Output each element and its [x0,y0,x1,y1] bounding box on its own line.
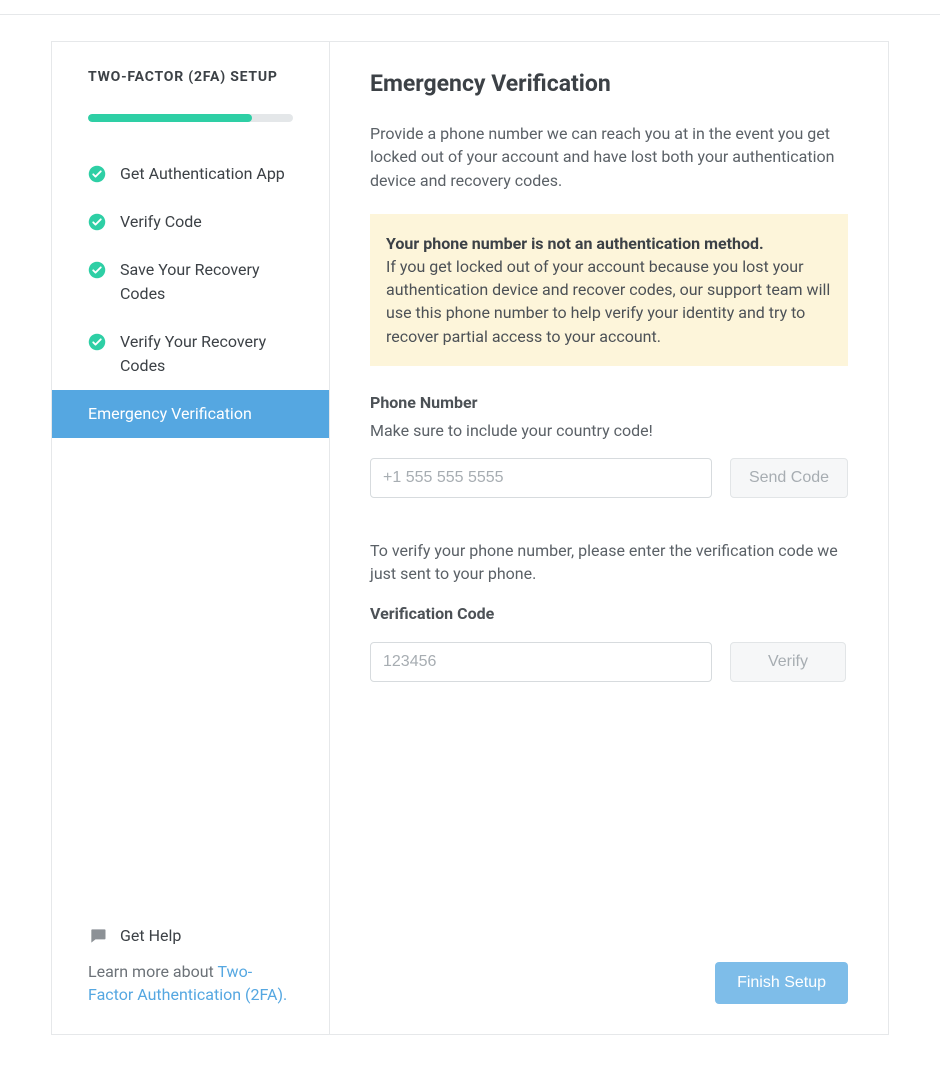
callout-body: If you get locked out of your account be… [386,257,830,346]
send-code-button[interactable]: Send Code [730,458,848,498]
step-label: Verify Code [120,210,202,234]
phone-label: Phone Number [370,392,848,414]
learn-prefix: Learn more about [88,962,217,981]
phone-hint: Make sure to include your country code! [370,420,848,442]
step-label: Save Your Recovery Codes [120,258,293,306]
sidebar-title: TWO-FACTOR (2FA) SETUP [88,68,293,88]
sidebar-step[interactable]: Get Authentication App [52,150,329,198]
info-callout: Your phone number is not an authenticati… [370,214,848,366]
check-circle-icon [88,333,106,351]
code-input[interactable] [370,642,712,682]
sidebar: TWO-FACTOR (2FA) SETUP Get Authenticatio… [52,42,330,1034]
phone-input[interactable] [370,458,712,498]
sidebar-step[interactable]: Emergency Verification [52,390,329,438]
chat-icon [88,926,108,946]
get-help-label: Get Help [120,925,181,947]
sidebar-step[interactable]: Verify Your Recovery Codes [52,318,329,390]
check-circle-icon [88,213,106,231]
step-label: Verify Your Recovery Codes [120,330,293,378]
verify-intro: To verify your phone number, please ente… [370,540,848,585]
get-help-link[interactable]: Get Help [88,925,293,947]
callout-bold: Your phone number is not an authenticati… [386,234,764,253]
code-label: Verification Code [370,603,848,625]
check-circle-icon [88,165,106,183]
page-title: Emergency Verification [370,68,848,100]
step-label: Get Authentication App [120,162,285,186]
sidebar-step[interactable]: Save Your Recovery Codes [52,246,329,318]
sidebar-step[interactable]: Verify Code [52,198,329,246]
verify-button[interactable]: Verify [730,642,846,682]
learn-more: Learn more about Two-Factor Authenticati… [88,961,293,1006]
progress-fill [88,114,252,122]
finish-setup-button[interactable]: Finish Setup [715,962,848,1004]
top-border [0,0,940,15]
check-circle-icon [88,261,106,279]
main-panel: Emergency Verification Provide a phone n… [330,42,888,1034]
step-label: Emergency Verification [88,402,252,426]
progress-bar [88,114,293,122]
step-list: Get Authentication App Verify Code Save Yo… [52,150,329,438]
setup-card: TWO-FACTOR (2FA) SETUP Get Authenticatio… [51,41,889,1035]
page-intro: Provide a phone number we can reach you … [370,122,848,192]
